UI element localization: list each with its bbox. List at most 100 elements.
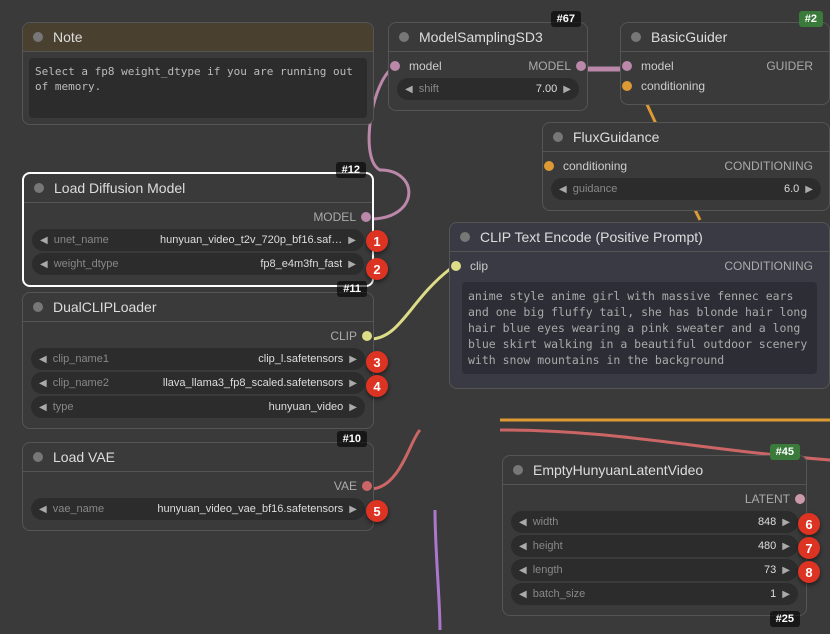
- node-id-badge: #67: [551, 11, 581, 27]
- collapse-dot-icon[interactable]: [33, 302, 43, 312]
- chevron-right-icon[interactable]: ▶: [347, 378, 359, 389]
- output-model-label: MODEL: [313, 210, 356, 224]
- collapse-dot-icon[interactable]: [553, 132, 563, 142]
- unet-name-label: unet_name: [54, 234, 109, 246]
- node-header[interactable]: Load VAE: [23, 443, 373, 472]
- chevron-right-icon[interactable]: ▶: [346, 259, 358, 270]
- clip2-widget[interactable]: ◀ clip_name2 llava_llama3_fp8_scaled.saf…: [31, 372, 365, 394]
- node-title: BasicGuider: [651, 29, 727, 45]
- marker-3: 3: [366, 351, 388, 373]
- output-vae-label: VAE: [334, 479, 357, 493]
- node-title: FluxGuidance: [573, 129, 659, 145]
- node-title: Load VAE: [53, 449, 115, 465]
- vae-output-port[interactable]: [362, 481, 372, 491]
- marker-2: 2: [366, 258, 388, 280]
- unet-name-value: hunyuan_video_t2v_720p_bf16.saf…: [113, 234, 343, 246]
- chevron-right-icon[interactable]: ▶: [347, 402, 359, 413]
- chevron-left-icon[interactable]: ◀: [38, 259, 50, 270]
- chevron-left-icon[interactable]: ◀: [37, 354, 49, 365]
- weight-dtype-widget[interactable]: ◀ weight_dtype fp8_e4m3fn_fast ▶: [32, 253, 364, 275]
- chevron-right-icon[interactable]: ▶: [780, 517, 792, 528]
- prompt-text[interactable]: anime style anime girl with massive fenn…: [462, 282, 817, 374]
- chevron-left-icon[interactable]: ◀: [38, 235, 50, 246]
- node-id-badge-bottom: #25: [770, 611, 800, 627]
- node-id-badge: #11: [337, 281, 367, 297]
- node-title: Load Diffusion Model: [54, 180, 185, 196]
- node-header[interactable]: CLIP Text Encode (Positive Prompt): [450, 223, 829, 252]
- weight-dtype-value: fp8_e4m3fn_fast: [123, 258, 343, 270]
- batch-widget[interactable]: ◀ batch_size 1 ▶: [511, 583, 798, 605]
- marker-5: 5: [366, 500, 388, 522]
- clip-text-encode-node[interactable]: CLIP Text Encode (Positive Prompt) clip …: [449, 222, 830, 389]
- shift-widget[interactable]: ◀ shift 7.00 ▶: [397, 78, 579, 100]
- empty-latent-node[interactable]: #45 EmptyHunyuanLatentVideo LATENT ◀ wid…: [502, 455, 807, 616]
- node-title: ModelSamplingSD3: [419, 29, 543, 45]
- chevron-right-icon[interactable]: ▶: [780, 589, 792, 600]
- model-sampling-node[interactable]: #67 ModelSamplingSD3 model MODEL ◀ shift…: [388, 22, 588, 111]
- collapse-dot-icon[interactable]: [399, 32, 409, 42]
- vae-name-widget[interactable]: ◀ vae_name hunyuan_video_vae_bf16.safete…: [31, 498, 365, 520]
- node-header[interactable]: ModelSamplingSD3: [389, 23, 587, 52]
- output-clip-label: CLIP: [330, 329, 357, 343]
- chevron-left-icon[interactable]: ◀: [517, 541, 529, 552]
- chevron-left-icon[interactable]: ◀: [403, 84, 415, 95]
- clip1-widget[interactable]: ◀ clip_name1 clip_l.safetensors ▶: [31, 348, 365, 370]
- width-widget[interactable]: ◀ width 848 ▶: [511, 511, 798, 533]
- unet-name-widget[interactable]: ◀ unet_name hunyuan_video_t2v_720p_bf16.…: [32, 229, 364, 251]
- conditioning-input-port[interactable]: [622, 81, 632, 91]
- chevron-left-icon[interactable]: ◀: [517, 589, 529, 600]
- collapse-dot-icon[interactable]: [33, 32, 43, 42]
- chevron-right-icon[interactable]: ▶: [561, 84, 573, 95]
- basic-guider-node[interactable]: #2 BasicGuider model GUIDER conditioning: [620, 22, 830, 105]
- collapse-dot-icon[interactable]: [33, 452, 43, 462]
- node-id-badge: #2: [799, 11, 823, 27]
- chevron-right-icon[interactable]: ▶: [780, 541, 792, 552]
- chevron-left-icon[interactable]: ◀: [37, 504, 49, 515]
- note-text[interactable]: Select a fp8 weight_dtype if you are run…: [29, 58, 367, 118]
- load-vae-node[interactable]: #10 Load VAE VAE ◀ vae_name hunyuan_vide…: [22, 442, 374, 531]
- node-header[interactable]: Note: [23, 23, 373, 52]
- node-title: DualCLIPLoader: [53, 299, 157, 315]
- height-widget[interactable]: ◀ height 480 ▶: [511, 535, 798, 557]
- marker-7: 7: [798, 537, 820, 559]
- guidance-widget[interactable]: ◀ guidance 6.0 ▶: [551, 178, 821, 200]
- load-diffusion-node[interactable]: #12 Load Diffusion Model MODEL ◀ unet_na…: [22, 172, 374, 287]
- chevron-left-icon[interactable]: ◀: [517, 517, 529, 528]
- node-header[interactable]: DualCLIPLoader: [23, 293, 373, 322]
- note-node[interactable]: Note Select a fp8 weight_dtype if you ar…: [22, 22, 374, 125]
- weight-dtype-label: weight_dtype: [54, 258, 119, 270]
- chevron-left-icon[interactable]: ◀: [557, 184, 569, 195]
- node-title: CLIP Text Encode (Positive Prompt): [480, 229, 703, 245]
- clip-input-port[interactable]: [451, 261, 461, 271]
- node-header[interactable]: FluxGuidance: [543, 123, 829, 152]
- node-header[interactable]: Load Diffusion Model: [24, 174, 372, 203]
- chevron-right-icon[interactable]: ▶: [803, 184, 815, 195]
- flux-guidance-node[interactable]: FluxGuidance conditioning CONDITIONING ◀…: [542, 122, 830, 211]
- model-input-port[interactable]: [390, 61, 400, 71]
- chevron-right-icon[interactable]: ▶: [347, 354, 359, 365]
- node-title: EmptyHunyuanLatentVideo: [533, 462, 703, 478]
- chevron-left-icon[interactable]: ◀: [517, 565, 529, 576]
- model-output-port[interactable]: [576, 61, 586, 71]
- clip-output-port[interactable]: [362, 331, 372, 341]
- chevron-right-icon[interactable]: ▶: [346, 235, 358, 246]
- chevron-left-icon[interactable]: ◀: [37, 378, 49, 389]
- collapse-dot-icon[interactable]: [631, 32, 641, 42]
- length-widget[interactable]: ◀ length 73 ▶: [511, 559, 798, 581]
- model-input-port[interactable]: [622, 61, 632, 71]
- node-header[interactable]: BasicGuider: [621, 23, 829, 52]
- conditioning-input-port[interactable]: [544, 161, 554, 171]
- marker-8: 8: [798, 561, 820, 583]
- model-output-port[interactable]: [361, 212, 371, 222]
- collapse-dot-icon[interactable]: [513, 465, 523, 475]
- output-latent-label: LATENT: [745, 492, 790, 506]
- chevron-right-icon[interactable]: ▶: [780, 565, 792, 576]
- type-widget[interactable]: ◀ type hunyuan_video ▶: [31, 396, 365, 418]
- dualclip-node[interactable]: #11 DualCLIPLoader CLIP ◀ clip_name1 cli…: [22, 292, 374, 429]
- latent-output-port[interactable]: [795, 494, 805, 504]
- collapse-dot-icon[interactable]: [34, 183, 44, 193]
- chevron-right-icon[interactable]: ▶: [347, 504, 359, 515]
- chevron-left-icon[interactable]: ◀: [37, 402, 49, 413]
- collapse-dot-icon[interactable]: [460, 232, 470, 242]
- node-header[interactable]: EmptyHunyuanLatentVideo: [503, 456, 806, 485]
